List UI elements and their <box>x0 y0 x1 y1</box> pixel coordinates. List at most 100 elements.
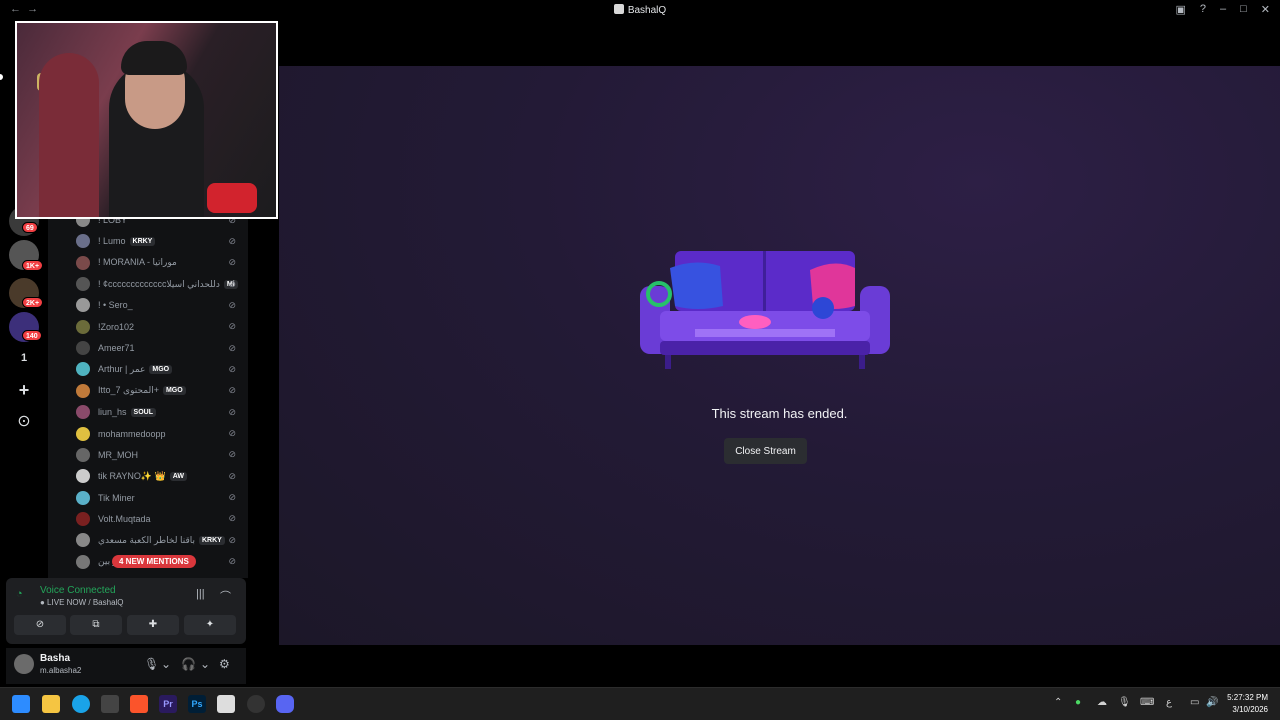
member-row[interactable]: باقنا لخاطر الكعبة مسعدي KRKY ⊘ <box>76 530 246 550</box>
member-name: Itto_7 المحتوى+ <box>98 385 159 396</box>
member-row[interactable]: MR_MOH ⊘ <box>76 445 246 465</box>
member-row[interactable]: ! • Sero_ ⊘ <box>76 295 246 315</box>
member-row[interactable]: Itto_7 المحتوى+ MGO ⊘ <box>76 381 246 401</box>
muted-mic-icon: ⊘ <box>228 534 236 545</box>
member-row[interactable]: liun_hs SOUL ⊘ <box>76 402 246 422</box>
maximize-button[interactable]: □ <box>1240 3 1247 16</box>
muted-mic-icon: ⊘ <box>228 257 236 268</box>
member-tag: KRKY <box>129 236 156 246</box>
network-icon[interactable]: ▭ <box>1190 697 1199 708</box>
keyboard-icon[interactable]: ⌨ <box>1140 697 1154 708</box>
avatar <box>76 554 90 569</box>
clock-time: 5:27:32 PM <box>1227 693 1268 702</box>
voice-channel[interactable]: ● LIVE NOW / BashalQ <box>40 598 124 607</box>
member-name: liun_hs <box>98 407 127 418</box>
discord-icon[interactable] <box>276 695 294 713</box>
inbox-icon[interactable]: ▣ <box>1175 3 1185 16</box>
store-icon[interactable] <box>101 695 119 713</box>
app-icon[interactable] <box>217 695 235 713</box>
close-stream-button[interactable]: Close Stream <box>724 438 807 464</box>
muted-mic-icon: ⊘ <box>228 235 236 246</box>
explore-icon[interactable]: ⊙ <box>9 407 39 437</box>
new-mentions-badge[interactable]: 4 NEW MENTIONS <box>112 555 196 568</box>
user-panel: Basha m.albasha2 🎙 ⌄ 🎧 ⌄ ⚙ <box>6 648 246 684</box>
camera-off-button[interactable]: ⊘ <box>14 615 66 635</box>
member-row[interactable]: ! MORANIA - موراتيا ⊘ <box>76 253 246 273</box>
member-name: mohammedoopp <box>98 428 166 439</box>
member-row[interactable]: Volt.Muqtada ⊘ <box>76 509 246 529</box>
settings-gear-icon[interactable]: ⚙ <box>219 657 230 671</box>
member-row[interactable]: mohammedoopp ⊘ <box>76 424 246 444</box>
member-name: باقنا لخاطر الكعبة مسعدي <box>98 534 195 545</box>
avatar <box>76 234 90 249</box>
member-tag: MGO <box>162 386 186 396</box>
member-name: MR_MOH <box>98 449 138 460</box>
start-windows-icon[interactable] <box>12 695 30 713</box>
chevron-down-icon[interactable]: ⌄ <box>200 657 210 671</box>
member-row[interactable]: Tik Miner ⊘ <box>76 488 246 508</box>
brave-icon[interactable] <box>130 695 148 713</box>
close-window-button[interactable]: ✕ <box>1261 3 1270 16</box>
server-badge: 2K+ <box>22 297 44 308</box>
volume-icon[interactable]: 🔊 <box>1206 697 1218 708</box>
server-badge: 69 <box>22 222 38 233</box>
avatar <box>76 490 90 505</box>
disconnect-icon[interactable]: ⌒ <box>220 588 231 604</box>
activities-button[interactable]: ✚ <box>127 615 179 635</box>
user-handle: m.albasha2 <box>40 666 82 675</box>
webcam-overlay[interactable] <box>15 21 278 219</box>
onedrive-icon[interactable]: ☁ <box>1097 697 1107 708</box>
couch-illustration <box>640 251 890 369</box>
clock[interactable]: 5:27:32 PM 3/10/2026 <box>1227 692 1268 716</box>
avatar <box>76 405 90 420</box>
member-row[interactable]: Ameer71 ⊘ <box>76 338 246 358</box>
muted-mic-icon: ⊘ <box>228 278 236 289</box>
member-row[interactable]: ! Lumo KRKY ⊘ <box>76 231 246 251</box>
muted-mic-icon: ⊘ <box>228 428 236 438</box>
avatar[interactable] <box>14 654 34 674</box>
member-row[interactable]: !Zoro102 ⊘ <box>76 317 246 337</box>
soundboard-button[interactable]: ✦ <box>184 615 236 635</box>
premiere-icon[interactable]: Pr <box>159 695 177 713</box>
user-name[interactable]: Basha <box>40 653 70 664</box>
taskbar: Pr Ps ⌃ ● ☁ 🎙 ⌨ ع ▭ 🔊 5:27:32 PM 3/10/20… <box>0 687 1280 720</box>
minimize-button[interactable]: – <box>1220 3 1226 16</box>
person-hair-shape <box>121 41 187 75</box>
signal-icon[interactable]: ◔ <box>16 588 23 600</box>
avatar <box>76 341 90 356</box>
avatar <box>76 319 90 334</box>
muted-mic-icon: ⊘ <box>228 513 236 524</box>
member-row[interactable]: Arthur | عمر MGO ⊘ <box>76 359 246 379</box>
avatar <box>76 426 90 441</box>
mic-tray-icon[interactable]: 🎙 <box>1118 697 1131 708</box>
avatar <box>76 362 90 377</box>
member-name: ! ¢cccccccccccccدللحداني اسيلا <box>98 278 220 289</box>
language-indicator[interactable]: ع <box>1166 697 1172 708</box>
headset-icon[interactable]: 🎧 <box>181 657 196 671</box>
microphone-icon[interactable]: 🎙 <box>144 657 159 671</box>
member-name: Ameer71 <box>98 343 135 354</box>
stage-header <box>279 22 1280 66</box>
tray-chevron-icon[interactable]: ⌃ <box>1054 697 1062 708</box>
muted-mic-icon: ⊘ <box>228 299 236 310</box>
avatar <box>76 447 90 462</box>
muted-mic-icon: ⊘ <box>228 470 236 481</box>
title-bar: ← → BashalQ ▣ ? – □ ✕ <box>0 0 1280 22</box>
photoshop-icon[interactable]: Ps <box>188 695 206 713</box>
server-indicator <box>0 74 3 80</box>
chevron-down-icon[interactable]: ⌄ <box>161 657 171 671</box>
muted-mic-icon: ⊘ <box>228 449 236 460</box>
voice-status[interactable]: Voice Connected <box>40 585 116 596</box>
file-explorer-icon[interactable] <box>42 695 60 713</box>
soundboard-icon[interactable]: ||| <box>196 588 205 600</box>
steam-icon[interactable] <box>247 695 265 713</box>
member-row[interactable]: ! ¢cccccccccccccدللحداني اسيلا Mi ⊘ <box>76 274 246 294</box>
tray-app-icon[interactable]: ● <box>1075 697 1081 708</box>
add-server-icon[interactable]: + <box>9 375 39 405</box>
edge-icon[interactable] <box>72 695 90 713</box>
member-row[interactable]: tik RAYNO✨ 👑 AW ⊘ <box>76 466 246 486</box>
share-screen-button[interactable]: ⧉ <box>70 615 122 635</box>
member-name: tik RAYNO✨ 👑 <box>98 470 166 481</box>
folder-count[interactable]: 1 <box>9 343 39 373</box>
help-icon[interactable]: ? <box>1200 3 1206 16</box>
